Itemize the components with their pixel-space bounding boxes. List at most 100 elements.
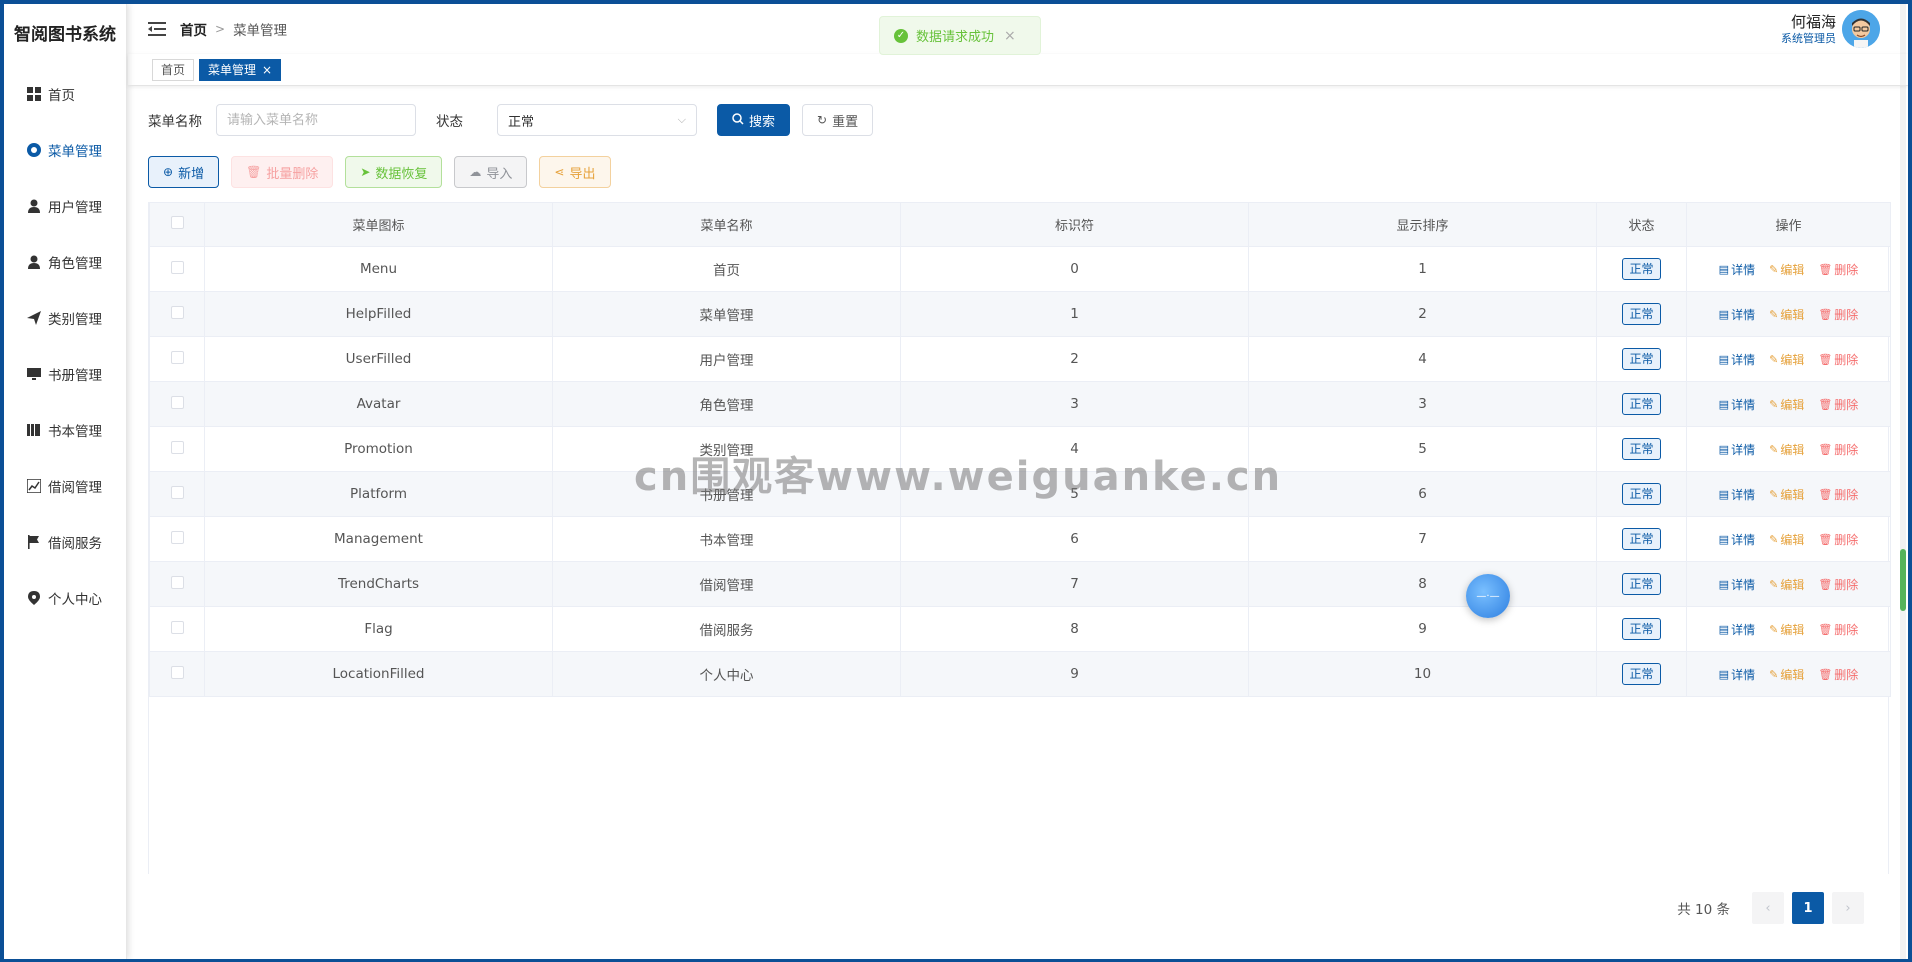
document-icon: ▤ bbox=[1718, 442, 1730, 456]
detail-link[interactable]: ▤ 详情 bbox=[1719, 576, 1755, 593]
row-select-cell[interactable] bbox=[149, 651, 205, 697]
check-circle-icon: ✓ bbox=[894, 28, 908, 43]
select-all-cell[interactable] bbox=[149, 202, 205, 247]
sidebar-item-3[interactable]: 角色管理 bbox=[4, 234, 126, 290]
row-select-cell[interactable] bbox=[149, 516, 205, 562]
edit-link[interactable]: ✎ 编辑 bbox=[1769, 441, 1804, 458]
sidebar-item-1[interactable]: 菜单管理 bbox=[4, 122, 126, 178]
status-badge: 正常 bbox=[1622, 348, 1661, 370]
delete-link[interactable]: 🗑 删除 bbox=[1818, 261, 1858, 278]
export-button[interactable]: ⋖ 导出 bbox=[539, 156, 611, 188]
sidebar-item-label: 类别管理 bbox=[48, 312, 102, 328]
delete-link[interactable]: 🗑 删除 bbox=[1818, 351, 1858, 368]
cell-actions: ▤ 详情 ✎ 编辑 🗑 删除 bbox=[1686, 381, 1891, 427]
detail-link[interactable]: ▤ 详情 bbox=[1719, 486, 1755, 503]
sidebar-item-8[interactable]: 借阅服务 bbox=[4, 514, 126, 570]
edit-link[interactable]: ✎ 编辑 bbox=[1769, 621, 1804, 638]
row-checkbox[interactable] bbox=[170, 440, 184, 454]
import-button[interactable]: ☁ 导入 bbox=[454, 156, 528, 188]
row-select-cell[interactable] bbox=[149, 291, 205, 337]
delete-link[interactable]: 🗑 删除 bbox=[1818, 306, 1858, 323]
row-select-cell[interactable] bbox=[149, 471, 205, 517]
menu-name-input[interactable] bbox=[216, 104, 416, 136]
reset-button[interactable]: ↻ 重置 bbox=[802, 104, 874, 136]
edit-link[interactable]: ✎ 编辑 bbox=[1769, 351, 1804, 368]
chevron-down-icon: ⌵ bbox=[677, 113, 686, 126]
cell-name: 角色管理 bbox=[552, 381, 901, 427]
row-checkbox[interactable] bbox=[170, 350, 184, 364]
sidebar-item-0[interactable]: 首页 bbox=[4, 66, 126, 122]
delete-link[interactable]: 🗑 删除 bbox=[1818, 441, 1858, 458]
avatar[interactable] bbox=[1842, 10, 1880, 48]
row-checkbox[interactable] bbox=[170, 305, 184, 319]
detail-link[interactable]: ▤ 详情 bbox=[1719, 396, 1755, 413]
cell-name: 类别管理 bbox=[552, 426, 901, 472]
detail-label: 详情 bbox=[1731, 532, 1756, 547]
restore-button[interactable]: ➤ 数据恢复 bbox=[345, 156, 443, 188]
close-icon[interactable]: × bbox=[1004, 28, 1016, 44]
sidebar-item-9[interactable]: 个人中心 bbox=[4, 570, 126, 626]
edit-link[interactable]: ✎ 编辑 bbox=[1769, 486, 1804, 503]
vertical-scrollbar[interactable] bbox=[1900, 4, 1906, 959]
delete-link[interactable]: 🗑 删除 bbox=[1818, 576, 1858, 593]
row-select-cell[interactable] bbox=[149, 426, 205, 472]
edit-link[interactable]: ✎ 编辑 bbox=[1769, 576, 1804, 593]
detail-link[interactable]: ▤ 详情 bbox=[1719, 621, 1755, 638]
select-all-checkbox[interactable] bbox=[170, 216, 184, 229]
floating-assistant-button[interactable]: —·— bbox=[1466, 574, 1510, 618]
row-select-cell[interactable] bbox=[149, 561, 205, 607]
user-info[interactable]: 何福海 系统管理员 bbox=[1781, 10, 1880, 48]
detail-link[interactable]: ▤ 详情 bbox=[1719, 261, 1755, 278]
sidebar-item-5[interactable]: 书册管理 bbox=[4, 346, 126, 402]
sidebar-item-2[interactable]: 用户管理 bbox=[4, 178, 126, 234]
detail-link[interactable]: ▤ 详情 bbox=[1719, 441, 1755, 458]
row-checkbox[interactable] bbox=[170, 485, 184, 499]
edit-link[interactable]: ✎ 编辑 bbox=[1769, 531, 1804, 548]
sidebar-item-6[interactable]: 书本管理 bbox=[4, 402, 126, 458]
status-select[interactable]: 正常 ⌵ bbox=[497, 104, 697, 136]
row-checkbox[interactable] bbox=[170, 575, 184, 589]
row-checkbox[interactable] bbox=[170, 530, 184, 544]
row-select-cell[interactable] bbox=[149, 336, 205, 382]
row-select-cell[interactable] bbox=[149, 246, 205, 292]
close-icon[interactable]: × bbox=[262, 63, 272, 77]
detail-link[interactable]: ▤ 详情 bbox=[1719, 531, 1755, 548]
row-select-cell[interactable] bbox=[149, 381, 205, 427]
delete-label: 删除 bbox=[1834, 667, 1859, 682]
delete-link[interactable]: 🗑 删除 bbox=[1818, 531, 1858, 548]
add-button[interactable]: ⊕ 新增 bbox=[148, 156, 220, 188]
delete-link[interactable]: 🗑 删除 bbox=[1818, 666, 1858, 683]
delete-link[interactable]: 🗑 删除 bbox=[1818, 621, 1858, 638]
app-logo-title: 智阅图书系统 bbox=[14, 25, 116, 45]
breadcrumb-home[interactable]: 首页 bbox=[180, 19, 207, 39]
edit-link[interactable]: ✎ 编辑 bbox=[1769, 306, 1804, 323]
next-page-button[interactable]: › bbox=[1832, 892, 1864, 924]
detail-link[interactable]: ▤ 详情 bbox=[1719, 306, 1755, 323]
detail-link[interactable]: ▤ 详情 bbox=[1719, 666, 1755, 683]
trash-icon: 🗑 bbox=[1818, 487, 1833, 501]
edit-link[interactable]: ✎ 编辑 bbox=[1769, 261, 1804, 278]
prev-page-button[interactable]: ‹ bbox=[1752, 892, 1784, 924]
row-checkbox[interactable] bbox=[170, 620, 184, 634]
row-checkbox[interactable] bbox=[170, 395, 184, 409]
edit-link[interactable]: ✎ 编辑 bbox=[1769, 396, 1804, 413]
batch-delete-button[interactable]: 🗑 批量删除 bbox=[231, 156, 334, 188]
scrollbar-thumb[interactable] bbox=[1900, 549, 1906, 611]
detail-link[interactable]: ▤ 详情 bbox=[1719, 351, 1755, 368]
cell-status: 正常 bbox=[1596, 561, 1687, 607]
page-1-button[interactable]: 1 bbox=[1792, 892, 1824, 924]
sidebar-item-4[interactable]: 类别管理 bbox=[4, 290, 126, 346]
delete-link[interactable]: 🗑 删除 bbox=[1818, 396, 1858, 413]
tag-home[interactable]: 首页 bbox=[152, 58, 195, 81]
row-checkbox[interactable] bbox=[170, 260, 184, 274]
sidebar-item-7[interactable]: 借阅管理 bbox=[4, 458, 126, 514]
monitor-icon bbox=[26, 366, 42, 382]
edit-link[interactable]: ✎ 编辑 bbox=[1769, 666, 1804, 683]
delete-link[interactable]: 🗑 删除 bbox=[1818, 486, 1858, 503]
row-select-cell[interactable] bbox=[149, 606, 205, 652]
location-icon bbox=[26, 590, 42, 606]
collapse-menu-icon[interactable] bbox=[148, 21, 168, 37]
row-checkbox[interactable] bbox=[170, 665, 184, 679]
tag-menu-management[interactable]: 菜单管理 × bbox=[199, 58, 282, 81]
search-button[interactable]: 搜索 bbox=[717, 104, 791, 136]
